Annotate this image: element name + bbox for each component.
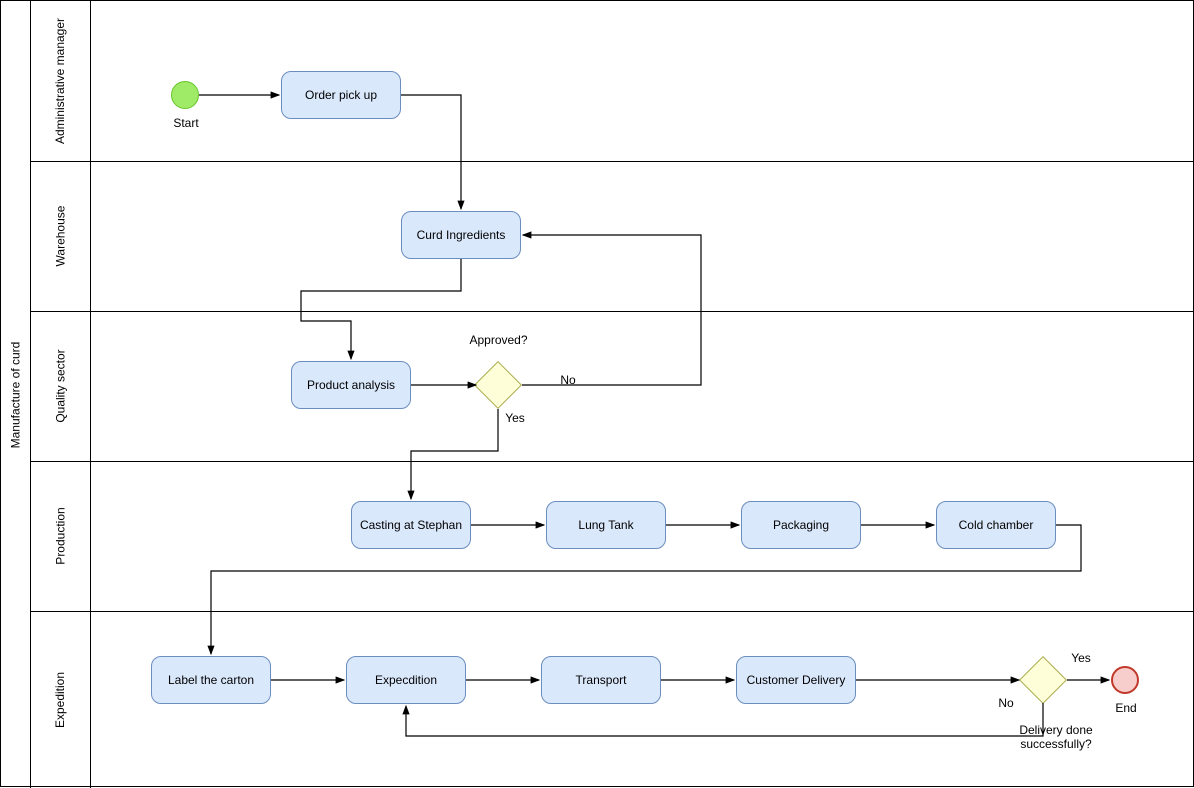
task-casting: Casting at Stephan [351, 501, 471, 549]
task-label: Product analysis [307, 378, 395, 392]
task-transport: Transport [541, 656, 661, 704]
lane-label: Administrative manager [54, 18, 68, 144]
lane-title-admin: Administrative manager [31, 1, 91, 161]
lane-label: Quality sector [54, 349, 68, 422]
lane-sep [31, 161, 1193, 162]
start-event [171, 81, 199, 109]
lane-title-expedition: Expedition [31, 611, 91, 788]
task-label: Cold chamber [959, 518, 1034, 532]
task-lung-tank: Lung Tank [546, 501, 666, 549]
lane-title-warehouse: Warehouse [31, 161, 91, 311]
gateway-delivery-yes: Yes [1066, 651, 1096, 665]
end-event [1111, 666, 1139, 694]
lane-label: Expedition [53, 671, 67, 727]
task-label: Transport [576, 673, 627, 687]
end-label: End [1106, 701, 1146, 715]
start-label: Start [161, 116, 211, 130]
task-label: Curd Ingredients [417, 228, 506, 242]
lane-title-quality: Quality sector [31, 311, 91, 461]
task-label: Packaging [773, 518, 829, 532]
task-product-analysis: Product analysis [291, 361, 411, 409]
task-cold-chamber: Cold chamber [936, 501, 1056, 549]
task-label: Order pick up [305, 88, 377, 102]
gateway-yes-label: Yes [500, 411, 530, 425]
pool-title-text: Manufacture of curd [9, 341, 23, 448]
lane-sep [31, 311, 1193, 312]
task-order-pickup: Order pick up [281, 71, 401, 119]
task-curd-ingredients: Curd Ingredients [401, 211, 521, 259]
lane-sep [31, 461, 1193, 462]
swimlane-diagram: Manufacture of curd Administrative manag… [0, 0, 1194, 787]
lane-sep [31, 611, 1193, 612]
lane-label: Production [54, 507, 68, 564]
task-label: Casting at Stephan [360, 518, 462, 532]
gateway-approved [474, 361, 522, 409]
task-label: Label the carton [168, 673, 254, 687]
gateway-no-label: No [553, 373, 583, 387]
task-label: Expecdition [375, 673, 437, 687]
task-label-carton: Label the carton [151, 656, 271, 704]
task-label: Lung Tank [578, 518, 633, 532]
lane-label: Warehouse [54, 206, 68, 267]
gateway-delivery-no: No [991, 696, 1021, 710]
pool-title: Manufacture of curd [1, 1, 31, 788]
gateway-delivery-label: Delivery done successfully? [981, 723, 1131, 751]
task-label: Customer Delivery [747, 673, 846, 687]
task-packaging: Packaging [741, 501, 861, 549]
task-customer-delivery: Customer Delivery [736, 656, 856, 704]
task-expedition: Expecdition [346, 656, 466, 704]
gateway-approved-label: Approved? [456, 333, 541, 347]
lane-title-production: Production [31, 461, 91, 611]
gateway-delivery [1019, 656, 1067, 704]
